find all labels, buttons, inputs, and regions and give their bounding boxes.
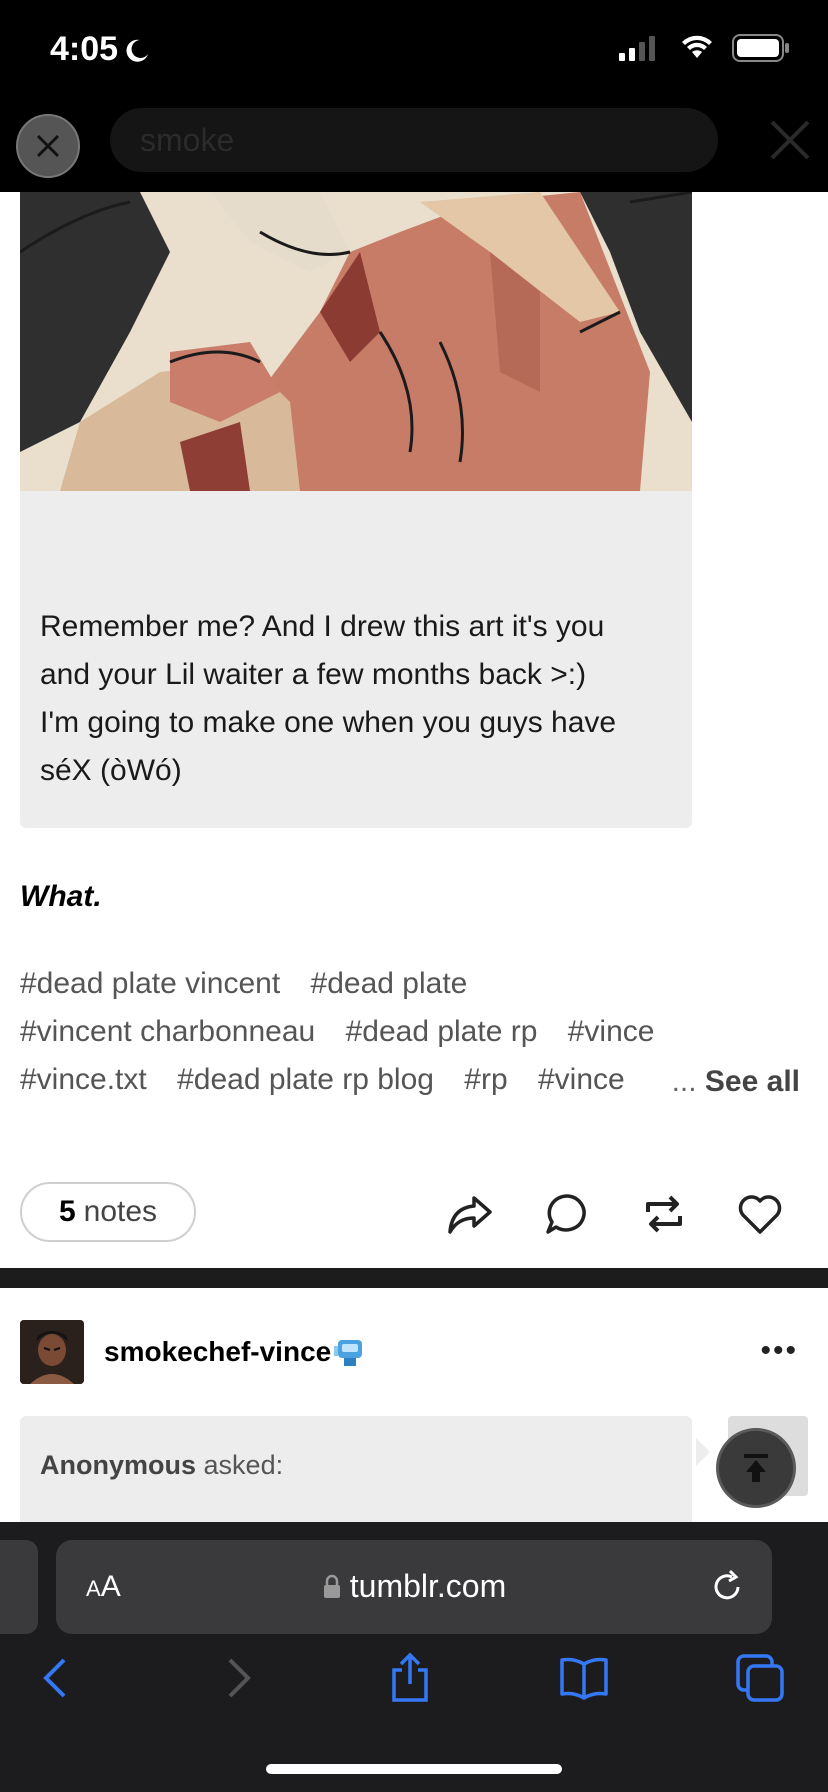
ask-text-line: I'm going to make one when you guys have (40, 706, 617, 739)
post-divider (0, 1268, 828, 1288)
ask-label: Anonymous asked: (40, 1450, 283, 1481)
lock-icon (323, 1574, 340, 1598)
tag-link[interactable]: #vince (538, 1063, 625, 1096)
search-input[interactable]: smoke (110, 108, 718, 172)
battery-icon (732, 34, 789, 62)
tag-link[interactable]: #dead plate rp (346, 1015, 538, 1048)
ask-text: Remember me? And I drew this art it's yo… (40, 603, 680, 795)
tag-link[interactable]: #dead plate vincent (20, 967, 280, 1000)
see-all-ellipsis: ... (671, 1065, 697, 1098)
tag-link[interactable]: #vince (568, 1015, 655, 1048)
bookmarks-icon[interactable] (558, 1652, 610, 1704)
see-all-tags-button[interactable]: ... See all (671, 1058, 800, 1104)
share-icon[interactable] (446, 1190, 494, 1238)
time-text: 4:05 (50, 30, 119, 68)
reply-icon[interactable] (544, 1190, 592, 1238)
close-search-button[interactable] (16, 114, 80, 178)
tabs-icon[interactable] (734, 1652, 786, 1704)
ask-content-box: Remember me? And I drew this art it's yo… (20, 491, 692, 828)
close-icon (36, 134, 60, 158)
status-time: 4:05 (50, 30, 150, 69)
tag-link[interactable]: #vince.txt (20, 1063, 147, 1096)
moon-icon (126, 39, 149, 62)
status-icons (618, 34, 828, 64)
blog-name-link[interactable]: smokechef-vince (104, 1336, 331, 1368)
forward-icon[interactable] (210, 1652, 262, 1704)
notes-label: notes (83, 1195, 158, 1228)
tag-row: #vincent charbonneau #dead plate rp #vin… (20, 1008, 810, 1056)
ask-text-line: and your Lil waiter a few months back >:… (40, 658, 587, 691)
more-options-button[interactable]: ••• (760, 1334, 798, 1368)
ask-text-line: Remember me? And I drew this art it's yo… (40, 610, 605, 643)
ask-pointer (696, 1438, 710, 1466)
tag-link[interactable]: #dead plate (311, 967, 468, 1000)
reblog-icon[interactable] (640, 1190, 688, 1238)
tag-row: #dead plate vincent #dead plate (20, 960, 810, 1008)
status-bar: 4:05 (0, 0, 828, 100)
address-bar[interactable]: AA tumblr.com (56, 1540, 772, 1634)
post-reply-text: What. (20, 880, 102, 913)
post-actions-bar: 5 notes (0, 1180, 828, 1244)
like-heart-icon[interactable] (736, 1190, 784, 1238)
ask-text-line: séX (òWó) (40, 754, 182, 787)
domain-text: tumblr.com (349, 1568, 507, 1604)
ask-box: Anonymous asked: (20, 1416, 692, 1524)
tag-link[interactable]: #dead plate rp blog (177, 1063, 434, 1096)
blog-badge-icon (334, 1340, 362, 1366)
post-artwork-image (20, 192, 692, 491)
cellular-signal-icon (619, 36, 655, 61)
asker-name: Anonymous (40, 1450, 197, 1480)
tag-link[interactable]: #vincent charbonneau (20, 1015, 315, 1048)
ask-verb: asked: (203, 1450, 284, 1480)
url-display: tumblr.com (56, 1568, 772, 1605)
clear-search-icon[interactable] (768, 118, 812, 162)
arrow-up-icon (744, 1454, 768, 1482)
post-tags: #dead plate vincent #dead plate #vincent… (20, 960, 810, 1104)
share-sheet-icon[interactable] (384, 1652, 436, 1704)
see-all-label: See all (704, 1065, 800, 1098)
reload-icon[interactable] (708, 1568, 746, 1606)
post-header: smokechef-vince ••• (20, 1320, 810, 1384)
search-header: smoke (0, 100, 828, 192)
scroll-to-top-button[interactable] (716, 1428, 796, 1508)
notes-count: 5 (58, 1195, 76, 1228)
avatar[interactable] (20, 1320, 84, 1384)
home-indicator (266, 1764, 562, 1774)
previous-tab-peek[interactable] (0, 1540, 38, 1634)
search-query: smoke (140, 122, 235, 158)
tag-row: #vince.txt #dead plate rp blog #rp #vinc… (20, 1056, 810, 1104)
browser-toolbar: AA tumblr.com (0, 1522, 828, 1792)
wifi-icon (682, 35, 712, 58)
back-icon[interactable] (32, 1652, 84, 1704)
notes-button[interactable]: 5 notes (20, 1182, 196, 1242)
tag-link[interactable]: #rp (464, 1063, 507, 1096)
